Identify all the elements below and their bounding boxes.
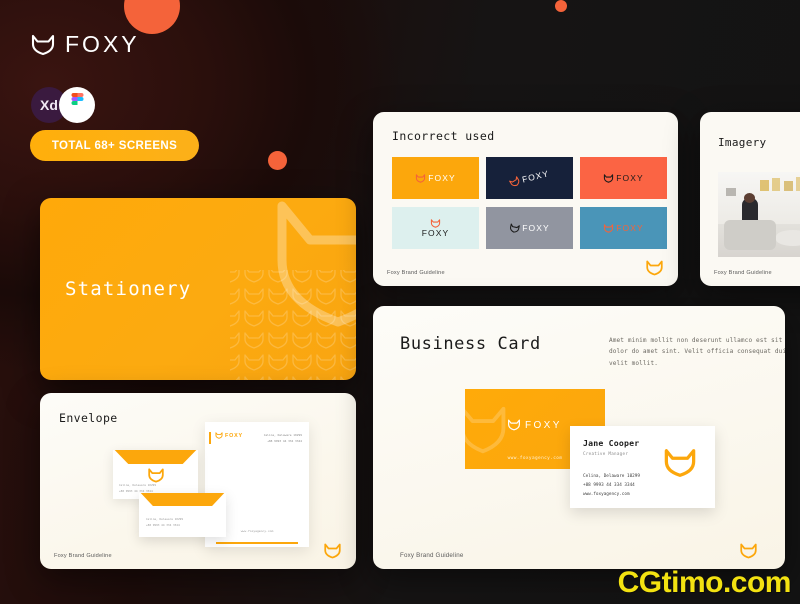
total-screens-button[interactable]: TOTAL 68+ SCREENS	[30, 130, 199, 161]
incorrect-title: Incorrect used	[392, 129, 495, 143]
contact-phone: +88 9993 44 334 3344	[583, 482, 635, 488]
figma-glyph-icon	[71, 93, 83, 105]
footer-label: Foxy Brand Guideline	[54, 553, 112, 559]
envelope-flap	[114, 450, 197, 464]
fox-head-icon	[510, 223, 521, 233]
letterhead-phone: +88 9993 44 334 3344	[267, 438, 302, 443]
card-imagery[interactable]: Imagery Foxy Brand Guideline	[700, 112, 800, 286]
imagery-photo	[718, 172, 800, 257]
fox-head-icon	[509, 175, 520, 186]
swatch-orange[interactable]: FOXY	[392, 157, 479, 199]
envelope-front: Celina, Delaware 10299 +88 9993 44 334 3…	[139, 493, 226, 537]
fox-head-icon	[664, 449, 696, 477]
business-title: Business Card	[400, 334, 541, 354]
envelope-front-address: Celina, Delaware 10299	[146, 517, 184, 522]
card-stationery[interactable]: Stationery	[40, 198, 356, 380]
brand-logo: FOXY	[30, 31, 140, 58]
fox-head-icon	[31, 34, 55, 55]
figma-icon	[59, 87, 95, 123]
front-logo: FOXY	[507, 419, 562, 431]
front-wordmark: FOXY	[525, 419, 562, 431]
swatch-coral[interactable]: FOXY	[580, 157, 667, 199]
contact-role: Creative Manager	[583, 451, 629, 456]
business-footer: Foxy Brand Guideline	[373, 543, 785, 559]
swatch-navy[interactable]: FOXY	[486, 157, 573, 199]
swatch-word: FOXY	[421, 227, 450, 238]
letterhead-logo: FOXY	[215, 432, 243, 439]
adobe-xd-label: Xd	[40, 97, 58, 113]
envelope-front-flap	[140, 493, 225, 506]
swatch-word: FOXY	[521, 168, 551, 185]
swatch-mint[interactable]: FOXY	[392, 207, 479, 249]
poster-canvas: FOXY Xd TOTAL 68+ SCREENS Stationery Inc…	[0, 0, 800, 604]
card-envelope[interactable]: Envelope FOXY Celina, Delaware 10299 +88…	[40, 393, 356, 569]
business-card-back: Jane Cooper Creative Manager Celina, Del…	[570, 426, 715, 508]
imagery-title: Imagery	[718, 136, 767, 149]
fox-head-icon	[508, 419, 520, 431]
incorrect-footer: Foxy Brand Guideline	[373, 260, 678, 276]
contact-name: Jane Cooper	[583, 438, 640, 448]
fox-head-icon	[215, 432, 223, 439]
swatch-word: FOXY	[616, 223, 644, 233]
swatch-blue[interactable]: FOXY	[580, 207, 667, 249]
brand-wordmark: FOXY	[65, 31, 140, 57]
letterhead-accent-bar	[209, 432, 211, 444]
contact-url: www.foxyagency.com	[583, 491, 630, 497]
fox-head-icon	[416, 173, 426, 183]
envelope-back: Celina, Delaware 10299 +88 9993 44 334 3…	[113, 450, 198, 499]
fox-head-icon	[740, 543, 757, 559]
envelope-address: Celina, Delaware 10299	[119, 483, 157, 488]
envelope-title: Envelope	[59, 411, 118, 425]
fox-head-icon	[430, 218, 441, 228]
footer-label: Foxy Brand Guideline	[387, 270, 445, 276]
swatch-word: FOXY	[522, 223, 550, 233]
fox-head-icon	[646, 260, 663, 276]
imagery-footer: Foxy Brand Guideline	[700, 270, 800, 276]
swatch-gray[interactable]: FOXY	[486, 207, 573, 249]
letterhead-wordmark: FOXY	[225, 432, 243, 439]
fox-head-icon	[604, 223, 614, 233]
letterhead-address: Celina, Delaware 10299	[263, 433, 302, 437]
envelope-footer: Foxy Brand Guideline	[40, 543, 356, 559]
decor-circle-small	[555, 0, 567, 12]
envelope-front-phone: +88 9993 44 334 3344	[146, 522, 180, 527]
incorrect-swatch-grid: FOXY FOXY FOXY FOXY FOXY FOXY	[392, 157, 667, 249]
stationery-pattern-art	[230, 201, 356, 380]
decor-circle-large	[124, 0, 180, 34]
contact-address: Celina, Delaware 10299	[583, 474, 640, 479]
fox-head-icon	[604, 173, 614, 183]
card-incorrect-used[interactable]: Incorrect used FOXY FOXY FOXY FOXY FOXY …	[373, 112, 678, 286]
swatch-word: FOXY	[616, 173, 644, 183]
swatch-word: FOXY	[428, 173, 456, 183]
site-watermark: CGtimo.com	[617, 566, 792, 599]
footer-label: Foxy Brand Guideline	[714, 270, 772, 276]
tool-badges: Xd	[31, 87, 95, 123]
footer-label: Foxy Brand Guideline	[400, 552, 464, 559]
stationery-title: Stationery	[65, 278, 192, 300]
card-business-card[interactable]: Business Card Amet minim mollit non dese…	[373, 306, 785, 569]
decor-circle-medium	[268, 151, 287, 170]
fox-head-icon	[148, 468, 164, 483]
business-body-text: Amet minim mollit non deserunt ullamco e…	[609, 337, 785, 367]
contact-details: Celina, Delaware 10299 +88 9993 44 334 3…	[583, 473, 640, 499]
fox-head-icon	[324, 543, 341, 559]
